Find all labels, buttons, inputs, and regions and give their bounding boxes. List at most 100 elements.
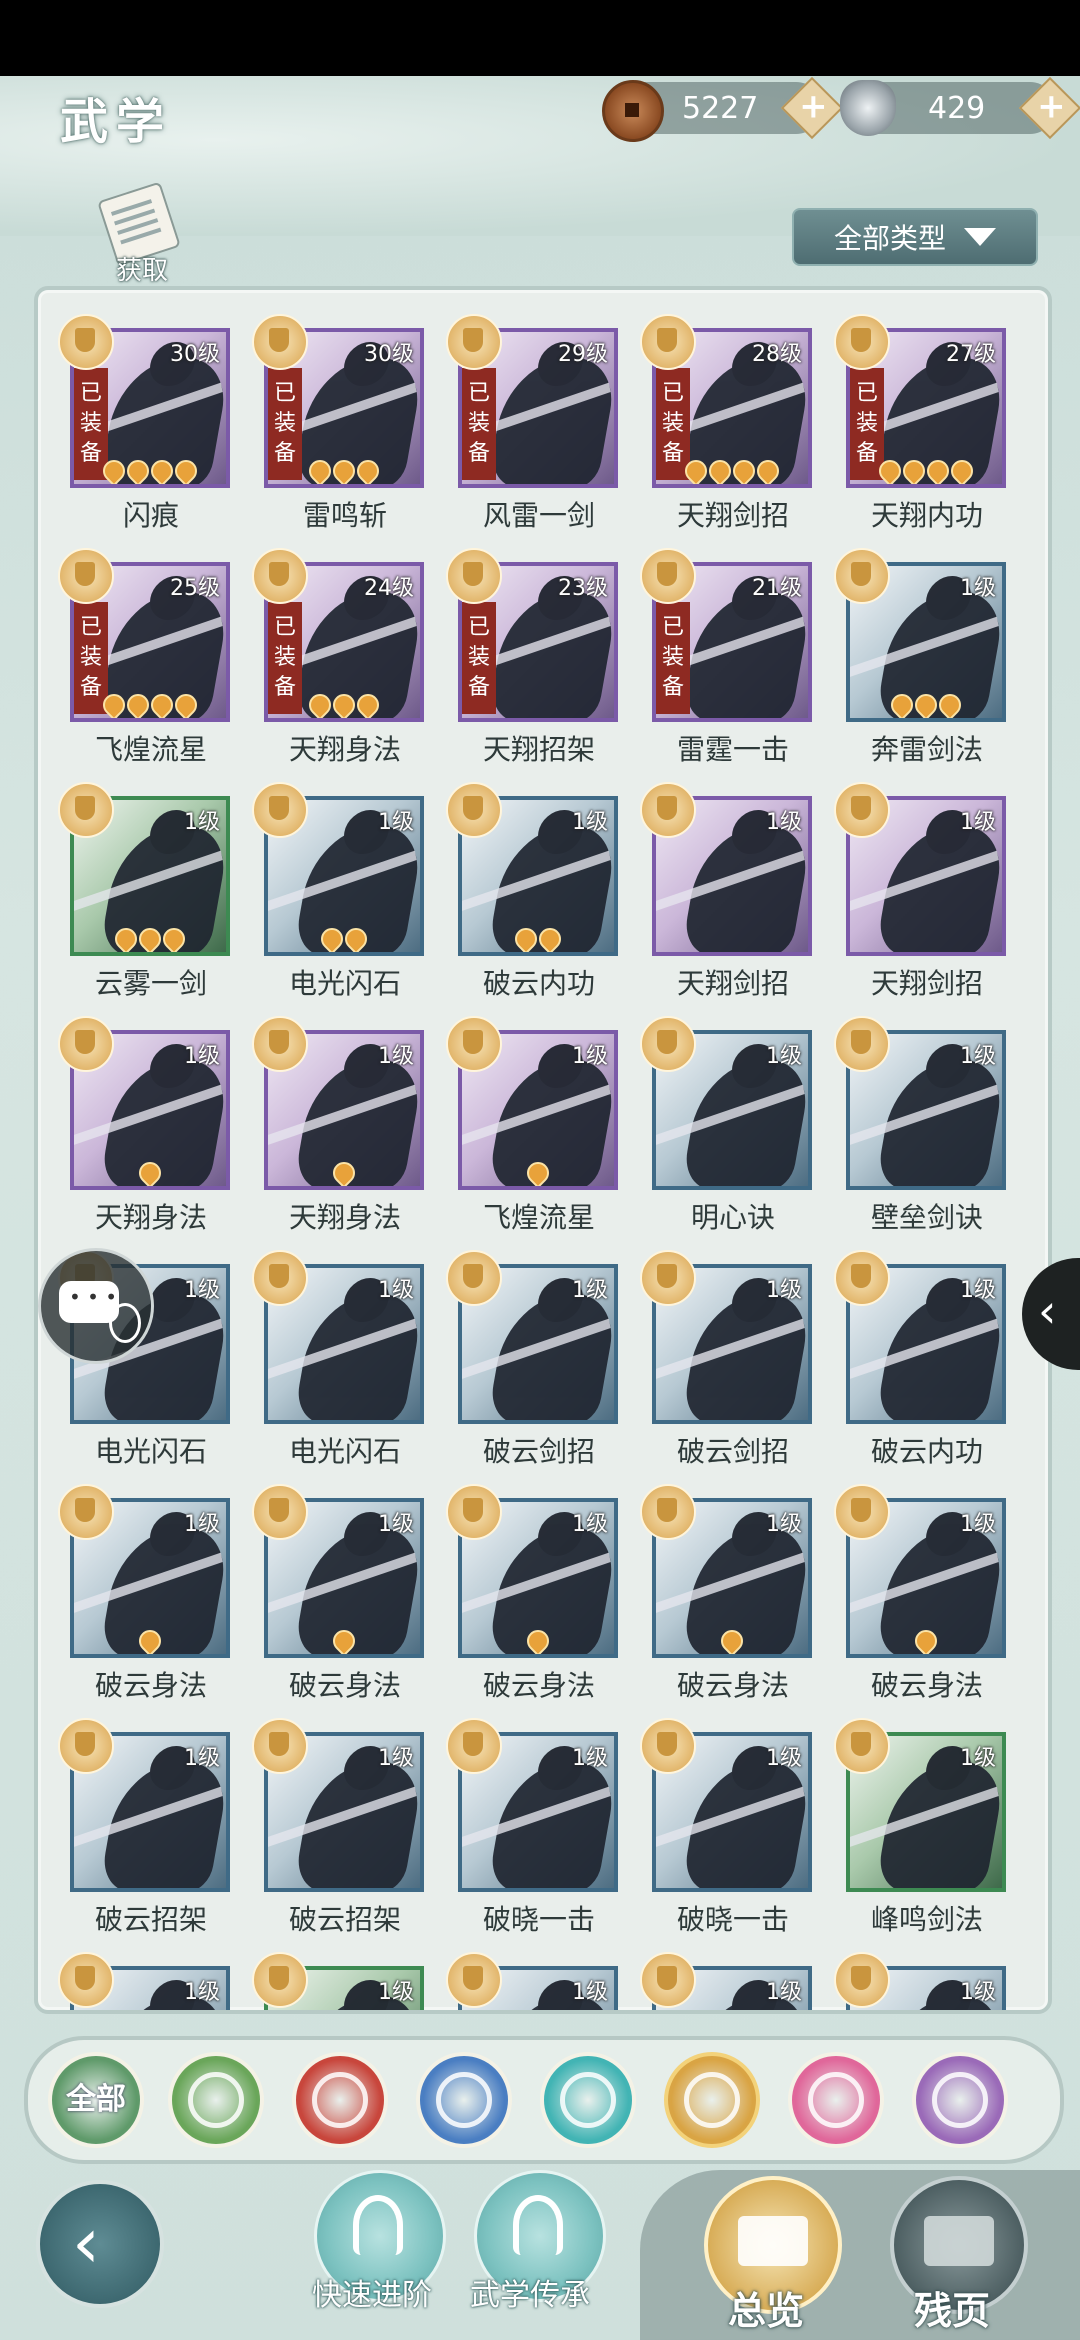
shield-icon bbox=[58, 314, 114, 370]
swordsman-silhouette-icon bbox=[874, 1060, 1002, 1186]
skill-card[interactable]: 1级 破云身法 bbox=[446, 1484, 622, 1718]
skill-card[interactable]: 1级 壁垒剑诀 bbox=[834, 1016, 1010, 1250]
equipped-char: 已 bbox=[661, 615, 684, 640]
star-rating bbox=[850, 455, 1002, 484]
chat-button[interactable] bbox=[38, 1248, 154, 1364]
category-shield[interactable] bbox=[664, 2052, 760, 2148]
skill-card[interactable]: 1级 破云内功 bbox=[834, 1250, 1010, 1484]
category-flame[interactable] bbox=[292, 2052, 388, 2148]
skill-card[interactable]: 1级 峰鸣剑法 bbox=[834, 1718, 1010, 1952]
skill-card[interactable]: 1级 天翔身法 bbox=[58, 1016, 234, 1250]
flame-star-icon bbox=[328, 689, 360, 718]
skill-card[interactable]: 1级 天翔剑招 bbox=[834, 782, 1010, 1016]
skill-panel[interactable]: 30级已装备闪痕 30级已装备雷鸣斩 29级已装备风雷一剑 28级已装备天翔剑招 27级… bbox=[34, 286, 1052, 2014]
skill-card[interactable]: 30级已装备雷鸣斩 bbox=[252, 314, 428, 548]
skill-card[interactable]: 1级天翔身法 bbox=[252, 1016, 428, 1250]
skill-card[interactable]: 1级 bbox=[58, 1952, 234, 2010]
skill-level: 1级 bbox=[960, 1980, 996, 2005]
flame-star-icon bbox=[522, 1157, 554, 1186]
skill-name: 破晓一击 bbox=[676, 1903, 789, 1936]
flame-star-icon bbox=[922, 455, 954, 484]
swordsman-silhouette-icon bbox=[874, 826, 1002, 952]
skill-card[interactable]: 1级 破云招架 bbox=[58, 1718, 234, 1952]
category-moon[interactable] bbox=[788, 2052, 884, 2148]
skill-card[interactable]: 21级已装备雷霆一击 bbox=[640, 548, 816, 782]
skill-card[interactable]: 1级 破云招架 bbox=[252, 1718, 428, 1952]
skill-card[interactable]: 27级已装备天翔内功 bbox=[834, 314, 1010, 548]
skill-card[interactable]: 1级 bbox=[834, 1952, 1010, 2010]
back-button[interactable]: ‹ bbox=[36, 2180, 164, 2308]
flame-star-icon bbox=[886, 689, 918, 718]
skill-card[interactable]: 1级 破云身法 bbox=[58, 1484, 234, 1718]
flame-star-icon bbox=[122, 689, 154, 718]
skill-card[interactable]: 1级 破晓一击 bbox=[446, 1718, 622, 1952]
skill-card[interactable]: 1级 bbox=[446, 1952, 622, 2010]
swordsman-silhouette-icon bbox=[680, 1060, 808, 1186]
skill-card[interactable]: 1级 破云身法 bbox=[640, 1484, 816, 1718]
skill-card[interactable]: 1级 明心诀 bbox=[640, 1016, 816, 1250]
skill-name: 天翔剑招 bbox=[676, 499, 789, 532]
silver-ingot-icon bbox=[840, 80, 896, 136]
type-filter-dropdown[interactable]: 全部类型 bbox=[792, 208, 1038, 266]
flame-star-icon bbox=[98, 689, 130, 718]
skill-card[interactable]: 1级 天翔剑招 bbox=[640, 782, 816, 1016]
shield-icon bbox=[834, 1250, 890, 1306]
shield-icon bbox=[252, 1484, 308, 1540]
category-rose[interactable] bbox=[912, 2052, 1008, 2148]
skill-card[interactable]: 1级 破云身法 bbox=[834, 1484, 1010, 1718]
skill-level: 1级 bbox=[378, 1044, 414, 1069]
wave-icon bbox=[436, 2072, 492, 2128]
skill-level: 1级 bbox=[572, 1512, 608, 1537]
shield-icon bbox=[640, 314, 696, 370]
equipped-char: 已 bbox=[79, 615, 102, 640]
category-all[interactable]: 全部 bbox=[48, 2052, 144, 2148]
category-sword[interactable] bbox=[168, 2052, 264, 2148]
skill-level: 23级 bbox=[558, 576, 608, 601]
skill-card[interactable]: 1级 破云身法 bbox=[252, 1484, 428, 1718]
category-butterfly[interactable] bbox=[540, 2052, 636, 2148]
skill-card[interactable]: 29级已装备风雷一剑 bbox=[446, 314, 622, 548]
shield-icon bbox=[834, 548, 890, 604]
skill-card[interactable]: 1级 飞煌流星 bbox=[446, 1016, 622, 1250]
skill-card[interactable]: 30级已装备闪痕 bbox=[58, 314, 234, 548]
copper-currency: 5227 + bbox=[602, 76, 844, 142]
shield-icon bbox=[834, 782, 890, 838]
copper-value: 5227 bbox=[682, 90, 759, 126]
star-rating bbox=[74, 455, 226, 484]
skill-card[interactable]: 1级 bbox=[252, 1952, 428, 2010]
skill-card[interactable]: 1级 破晓一击 bbox=[640, 1718, 816, 1952]
skill-card[interactable]: 25级已装备飞煌流星 bbox=[58, 548, 234, 782]
skill-name: 破云身法 bbox=[94, 1669, 207, 1702]
category-wave[interactable] bbox=[416, 2052, 512, 2148]
skill-card[interactable]: 1级 破云内功 bbox=[446, 782, 622, 1016]
skill-name: 风雷一剑 bbox=[482, 499, 595, 532]
swordsman-silhouette-icon bbox=[680, 1762, 808, 1888]
skill-name: 破云剑招 bbox=[482, 1435, 595, 1468]
shield-icon bbox=[58, 548, 114, 604]
skill-card[interactable]: 28级已装备天翔剑招 bbox=[640, 314, 816, 548]
skill-card[interactable]: 24级已装备天翔身法 bbox=[252, 548, 428, 782]
star-rating bbox=[74, 923, 226, 952]
skill-card[interactable]: 1级 奔雷剑法 bbox=[834, 548, 1010, 782]
category-all-label: 全部 bbox=[66, 2082, 126, 2117]
shield-icon bbox=[684, 2072, 740, 2128]
skill-card[interactable]: 1级破云剑招 bbox=[446, 1250, 622, 1484]
acquire-button[interactable]: 获取 bbox=[96, 181, 186, 286]
star-rating bbox=[74, 689, 226, 718]
skill-level: 1级 bbox=[572, 1278, 608, 1303]
star-rating bbox=[268, 923, 420, 952]
flame-star-icon bbox=[910, 689, 942, 718]
skill-level: 1级 bbox=[960, 1746, 996, 1771]
skill-card[interactable]: 1级 破云剑招 bbox=[640, 1250, 816, 1484]
copper-coin-icon bbox=[602, 80, 664, 142]
flame-star-icon bbox=[522, 1625, 554, 1654]
skill-card[interactable]: 1级 bbox=[640, 1952, 816, 2010]
skill-card[interactable]: 23级已装备天翔招架 bbox=[446, 548, 622, 782]
skill-card[interactable]: 1级 电光闪石 bbox=[252, 1250, 428, 1484]
shield-icon bbox=[446, 1016, 502, 1072]
skill-card[interactable]: 1级 电光闪石 bbox=[252, 782, 428, 1016]
skill-name: 天翔身法 bbox=[288, 1201, 401, 1234]
skill-card[interactable]: 1级 云雾一剑 bbox=[58, 782, 234, 1016]
flame-star-icon bbox=[510, 923, 542, 952]
skill-level: 1级 bbox=[766, 1044, 802, 1069]
